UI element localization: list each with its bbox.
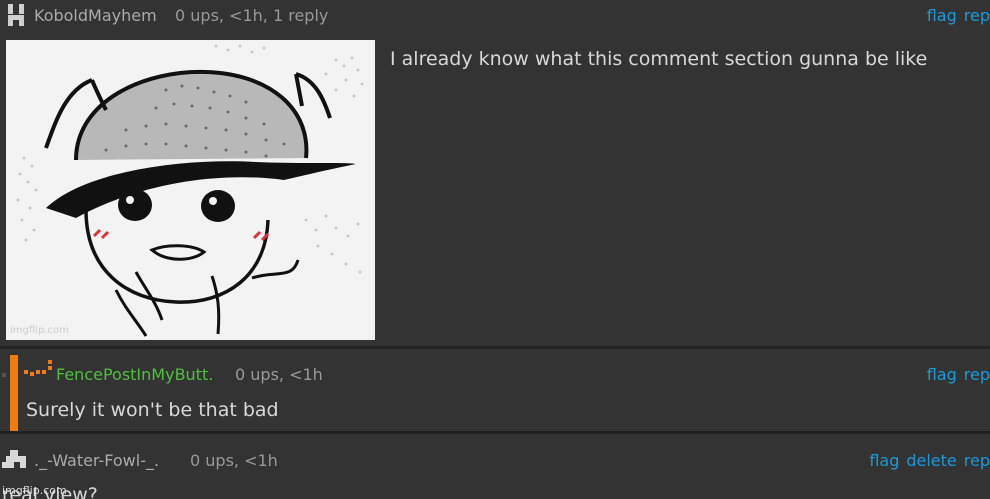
- comment-thread: KoboldMayhem 0 ups, <1h, 1 reply flag rep: [0, 0, 990, 499]
- flag-link[interactable]: flag: [927, 365, 957, 384]
- flag-link[interactable]: flag: [927, 6, 957, 25]
- comment-meta: 0 ups, <1h, 1 reply: [175, 6, 329, 25]
- comment-header: ._-Water-Fowl-_. 0 ups, <1h flag delete re…: [0, 434, 990, 470]
- reply-link[interactable]: rep: [964, 6, 990, 25]
- comment-meta: 0 ups, <1h: [235, 365, 323, 384]
- username-link[interactable]: ._-Water-Fowl-_.: [34, 451, 159, 470]
- comment-water-fowl: ._-Water-Fowl-_. 0 ups, <1h flag delete re…: [0, 434, 990, 499]
- fence-pixel-avatar-icon[interactable]: [24, 360, 52, 378]
- comment-header: KoboldMayhem 0 ups, <1h, 1 reply flag rep: [0, 0, 990, 30]
- username-link[interactable]: KoboldMayhem: [34, 6, 157, 25]
- comment-koboldmayhem: KoboldMayhem 0 ups, <1h, 1 reply flag rep: [0, 0, 990, 346]
- delete-link[interactable]: delete: [906, 451, 956, 470]
- comment-actions: flag delete rep: [862, 451, 990, 470]
- image-watermark: imgflip.com: [10, 325, 69, 336]
- footer-watermark: imgflip.com: [2, 484, 67, 497]
- comment-fencepostinmybutt: FencePostInMyButt. 0 ups, <1h flag rep Su…: [0, 349, 990, 431]
- flag-link[interactable]: flag: [869, 451, 899, 470]
- meme-image[interactable]: imgflip.com: [6, 40, 375, 340]
- duck-pixel-avatar-icon[interactable]: [2, 450, 30, 472]
- comment-meta: 0 ups, <1h: [190, 451, 278, 470]
- username-link[interactable]: FencePostInMyButt.: [56, 365, 213, 384]
- comment-text: I already know what this comment section…: [390, 48, 928, 70]
- reply-link[interactable]: rep: [964, 365, 990, 384]
- comment-header: FencePostInMyButt. 0 ups, <1h flag rep: [0, 349, 990, 384]
- reply-link[interactable]: rep: [964, 451, 990, 470]
- comment-text: Surely it won't be that bad: [26, 399, 279, 421]
- kobold-pixel-avatar-icon[interactable]: [6, 4, 28, 26]
- meme-drawing: [6, 40, 375, 340]
- comment-actions: flag rep: [920, 6, 990, 25]
- comment-actions: flag rep: [920, 365, 990, 384]
